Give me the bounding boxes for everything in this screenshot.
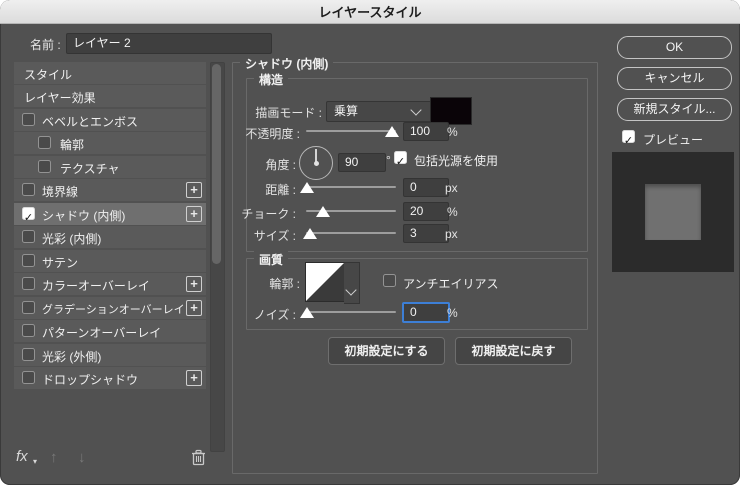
name-label: 名前 : <box>30 38 61 52</box>
noise-unit: % <box>447 306 458 320</box>
sidebar-item-label: カラーオーバーレイ <box>42 279 150 293</box>
distance-input[interactable]: 0 <box>403 178 449 197</box>
effect-checkbox[interactable] <box>22 230 35 243</box>
distance-unit: px <box>445 181 458 195</box>
layer-style-dialog: レイヤースタイル 名前 : レイヤー 2 スタイル レイヤー効果 ベベルとエンボ… <box>0 0 740 485</box>
sidebar-item-label: サテン <box>42 256 79 270</box>
shadow-color-swatch[interactable] <box>430 97 472 125</box>
preview-layer-square <box>645 184 701 240</box>
sidebar-item-styles[interactable]: スタイル <box>14 62 206 84</box>
sidebar-item-outer-glow[interactable]: 光彩 (外側) <box>14 344 206 366</box>
move-effect-down-button[interactable]: ↓ <box>78 449 86 466</box>
trash-icon <box>192 449 205 466</box>
global-light-checkbox[interactable]: ✓ <box>394 151 407 168</box>
effect-checkbox[interactable] <box>38 160 51 173</box>
reset-default-button[interactable]: 初期設定に戻す <box>455 337 572 365</box>
title-bar[interactable]: レイヤースタイル <box>0 0 740 24</box>
distance-label: 距離 : <box>265 183 296 197</box>
noise-slider[interactable] <box>306 311 396 313</box>
angle-unit: ° <box>386 153 391 167</box>
sidebar-item-label: 境界線 <box>42 185 79 199</box>
opacity-slider[interactable] <box>306 130 396 132</box>
new-style-button[interactable]: 新規スタイル... <box>617 98 732 121</box>
effect-checkbox[interactable] <box>22 371 35 384</box>
size-unit: px <box>445 227 458 241</box>
angle-input[interactable]: 90 <box>338 153 386 172</box>
effect-checkbox[interactable] <box>22 183 35 196</box>
size-label: サイズ : <box>253 229 296 243</box>
effect-checkbox[interactable] <box>22 324 35 337</box>
choke-label: チョーク : <box>241 207 296 221</box>
effect-checkbox[interactable] <box>22 254 35 267</box>
antialias-label: アンチエイリアス <box>403 277 499 291</box>
make-default-button[interactable]: 初期設定にする <box>328 337 445 365</box>
sidebar-item-label: 輪郭 <box>60 138 85 152</box>
preview-checkbox[interactable]: ✓ <box>622 130 635 147</box>
angle-label: 角度 : <box>265 158 296 172</box>
quality-group-label: 画質 <box>254 251 289 268</box>
fx-caret-icon: ▾ <box>33 457 38 466</box>
preview-thumbnail <box>612 152 734 272</box>
ok-button[interactable]: OK <box>617 36 732 59</box>
cancel-button[interactable]: キャンセル <box>617 67 732 90</box>
opacity-input[interactable]: 100 <box>403 122 449 141</box>
choke-unit: % <box>447 205 458 219</box>
sidebar-item-drop-shadow[interactable]: ドロップシャドウ + <box>14 367 206 389</box>
sidebar-item-pattern-overlay[interactable]: パターンオーバーレイ <box>14 320 206 342</box>
antialias-checkbox[interactable] <box>383 274 396 287</box>
fx-menu-button[interactable]: fx <box>16 448 28 465</box>
sidebar-item-label: ベベルとエンボス <box>42 115 139 129</box>
blend-mode-label: 描画モード : <box>255 106 322 120</box>
choke-input[interactable]: 20 <box>403 202 449 221</box>
sidebar-item-label: 光彩 (内側) <box>42 232 102 246</box>
delete-effect-button[interactable] <box>191 449 206 471</box>
panel-title: シャドウ (内側) <box>240 55 334 72</box>
sidebar-item-label: レイヤー効果 <box>24 91 96 105</box>
effect-checkbox[interactable] <box>38 136 51 149</box>
opacity-unit: % <box>447 125 458 139</box>
size-slider[interactable] <box>306 232 396 234</box>
layer-name-input[interactable]: レイヤー 2 <box>66 33 272 54</box>
angle-dial[interactable] <box>299 146 333 180</box>
blend-mode-value: 乗算 <box>334 104 359 118</box>
preview-label: プレビュー <box>643 133 704 147</box>
structure-group-label: 構造 <box>254 71 289 88</box>
contour-label: 輪郭 : <box>269 277 300 291</box>
contour-shape-icon <box>306 263 344 301</box>
sidebar-item-label: 光彩 (外側) <box>42 350 102 364</box>
sidebar-item-label: ドロップシャドウ <box>42 373 139 387</box>
dialog-title: レイヤースタイル <box>318 5 422 20</box>
opacity-label: 不透明度 : <box>245 127 300 141</box>
effect-checkbox[interactable] <box>22 113 35 126</box>
contour-picker[interactable] <box>305 262 345 302</box>
sidebar-item-label: テクスチャ <box>60 162 120 176</box>
add-effect-button[interactable]: + <box>186 370 202 386</box>
move-effect-up-button[interactable]: ↑ <box>50 449 58 466</box>
size-input[interactable]: 3 <box>403 224 449 243</box>
effect-checkbox[interactable] <box>22 301 35 314</box>
contour-dropdown-button[interactable] <box>344 262 360 304</box>
effect-checkbox[interactable] <box>22 348 35 361</box>
global-light-label: 包括光源を使用 <box>414 154 499 168</box>
sidebar-item-satin[interactable]: サテン <box>14 250 206 272</box>
noise-label: ノイズ : <box>253 308 296 322</box>
sidebar-item-label: シャドウ (内側) <box>42 209 126 223</box>
distance-slider[interactable] <box>306 186 396 188</box>
noise-input[interactable]: 0 <box>402 302 450 323</box>
sidebar-item-label: スタイル <box>24 68 73 82</box>
sidebar-item-label: パターンオーバーレイ <box>42 326 162 340</box>
effect-checkbox[interactable]: ✓ <box>22 207 35 224</box>
angle-center-dot <box>313 160 319 166</box>
effect-checkbox[interactable] <box>22 277 35 290</box>
